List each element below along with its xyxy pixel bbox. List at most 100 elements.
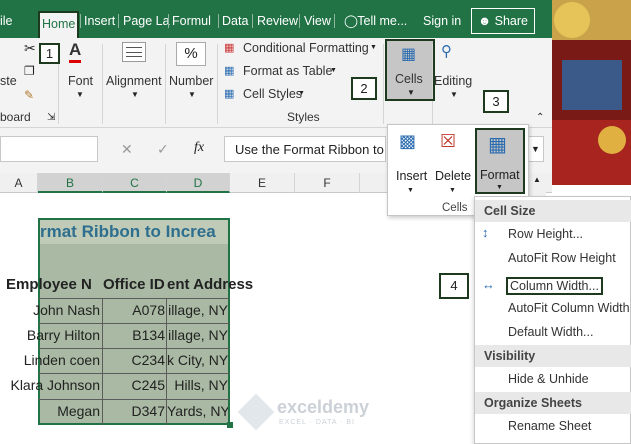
conditional-formatting-button[interactable]: Conditional Formatting: [243, 41, 369, 55]
font-group-label[interactable]: Font: [68, 74, 93, 88]
percent-icon[interactable]: %: [176, 42, 206, 66]
expand-formula-bar-icon[interactable]: ▼: [527, 136, 544, 162]
format-label: Format: [480, 168, 520, 182]
formula-input[interactable]: Use the Format Ribbon to: [224, 136, 386, 162]
cell-size-header: Cell Size: [475, 200, 631, 222]
cell-styles-icon: ▦: [224, 88, 235, 100]
callout-4: 4: [439, 273, 469, 299]
sign-in-link[interactable]: Sign in: [423, 10, 461, 32]
format-as-table-button[interactable]: Format as Table: [243, 64, 332, 78]
cell-office[interactable]: C245: [103, 373, 165, 398]
callout-2: 2: [351, 77, 377, 100]
search-icon[interactable]: ⚲: [441, 42, 465, 66]
scroll-up-icon[interactable]: ▲: [533, 175, 541, 184]
background-photo: [552, 0, 631, 185]
cell-address[interactable]: illage, NY: [167, 298, 228, 323]
cell-office[interactable]: D347: [103, 399, 165, 424]
cell-address[interactable]: Hills, NY: [167, 373, 228, 398]
share-button[interactable]: ☻ Share: [471, 8, 535, 34]
cancel-icon[interactable]: ✕: [121, 141, 133, 158]
organize-sheets-header: Organize Sheets: [475, 392, 631, 414]
insert-button[interactable]: ▩ Insert ▼: [396, 129, 427, 194]
column-header-a[interactable]: A: [0, 173, 38, 193]
paste-label[interactable]: ste: [0, 74, 17, 88]
clipboard-group-label: board: [0, 110, 31, 124]
format-painter-icon[interactable]: ✎: [24, 88, 34, 102]
column-header-e[interactable]: E: [230, 173, 295, 193]
delete-button[interactable]: ☒ Delete ▼: [435, 129, 471, 194]
watermark-name: exceldemy: [277, 397, 370, 417]
callout-1: 1: [39, 43, 60, 64]
hide-unhide-item[interactable]: Hide & Unhide: [508, 372, 589, 386]
row-height-item[interactable]: Row Height...: [508, 227, 583, 241]
formula-text: Use the Format Ribbon to: [235, 142, 384, 157]
cell-styles-button[interactable]: Cell Styles: [243, 87, 302, 101]
alignment-group-label[interactable]: Alignment: [106, 74, 162, 88]
cell-employee[interactable]: Megan: [0, 399, 100, 424]
chevron-down-icon: ▼: [188, 90, 196, 99]
header-office[interactable]: Office ID: [103, 272, 167, 297]
person-icon: ☻: [478, 14, 492, 28]
chevron-down-icon: ▼: [449, 187, 456, 194]
cell-address[interactable]: illage, NY: [167, 323, 228, 348]
autofit-row-item[interactable]: AutoFit Row Height: [508, 251, 616, 265]
tab-file[interactable]: ile: [0, 10, 13, 32]
column-width-item[interactable]: Column Width...: [506, 277, 603, 295]
chevron-down-icon: ▼: [450, 90, 458, 99]
format-as-table-icon: ▦: [224, 65, 235, 77]
editing-group-label[interactable]: Editing: [434, 74, 472, 88]
conditional-formatting-icon: ▦: [224, 42, 235, 54]
cell-employee[interactable]: John Nash: [0, 298, 100, 323]
chevron-down-icon: ▼: [407, 187, 414, 194]
column-header-c[interactable]: C: [103, 173, 167, 193]
rename-sheet-item[interactable]: Rename Sheet: [508, 419, 591, 433]
name-box[interactable]: [0, 136, 98, 162]
enter-icon[interactable]: ✓: [157, 141, 169, 158]
header-employee[interactable]: Employee N: [6, 272, 103, 297]
cell-employee[interactable]: Klara Johnson: [0, 373, 100, 398]
tab-view[interactable]: View: [304, 10, 331, 32]
cell-employee[interactable]: Barry Hilton: [0, 323, 100, 348]
align-icon[interactable]: [122, 42, 146, 62]
tab-review[interactable]: Review: [257, 10, 298, 32]
default-width-item[interactable]: Default Width...: [508, 325, 593, 339]
cell-office[interactable]: A078: [103, 298, 165, 323]
font-color-icon[interactable]: A: [69, 40, 82, 63]
header-address[interactable]: ent Address: [167, 272, 277, 297]
fx-icon[interactable]: fx: [194, 140, 204, 156]
cell-address[interactable]: Yards, NY: [167, 399, 228, 424]
column-header-b[interactable]: B: [38, 173, 103, 193]
number-group-label[interactable]: Number: [169, 74, 213, 88]
cell-office[interactable]: C234: [103, 348, 165, 373]
tab-data[interactable]: Data: [222, 10, 248, 32]
cell-address[interactable]: k City, NY: [167, 348, 228, 373]
cut-icon[interactable]: ✂: [24, 40, 36, 57]
tell-me-search[interactable]: ◯ Tell me...: [344, 10, 407, 32]
chevron-down-icon: ▼: [76, 90, 84, 99]
format-menu: Cell Size ↕ Row Height... AutoFit Row He…: [474, 196, 631, 444]
tab-insert[interactable]: Insert: [84, 10, 115, 32]
column-header-d[interactable]: D: [167, 173, 230, 193]
lightbulb-icon: ◯: [344, 14, 358, 28]
column-header-f[interactable]: F: [295, 173, 360, 193]
insert-cells-icon: ▩: [399, 131, 417, 151]
format-button[interactable]: ▦ Format ▼: [475, 128, 525, 194]
delete-cells-icon: ☒: [440, 131, 457, 151]
copy-icon[interactable]: ❐: [24, 64, 35, 78]
cells-highlight: [385, 39, 435, 101]
chevron-down-icon: ▼: [496, 184, 503, 191]
chevron-down-icon: ▼: [131, 90, 139, 99]
sheet-title[interactable]: rmat Ribbon to Increa: [40, 219, 230, 244]
tab-page-layout[interactable]: Page La: [123, 10, 170, 32]
dialog-launcher-icon[interactable]: ⇲: [47, 112, 55, 123]
watermark-tagline: EXCEL · DATA · BI: [279, 419, 355, 426]
exceldemy-logo-icon: [237, 393, 275, 431]
cell-office[interactable]: B134: [103, 323, 165, 348]
cell-employee[interactable]: Linden coen: [0, 348, 100, 373]
visibility-header: Visibility: [475, 345, 631, 367]
fill-handle[interactable]: [227, 422, 233, 428]
autofit-column-item[interactable]: AutoFit Column Width: [508, 301, 630, 315]
collapse-ribbon-icon[interactable]: ⌃: [536, 112, 544, 123]
tab-formulas[interactable]: Formul: [172, 10, 211, 32]
column-width-icon: ↔: [482, 277, 495, 292]
